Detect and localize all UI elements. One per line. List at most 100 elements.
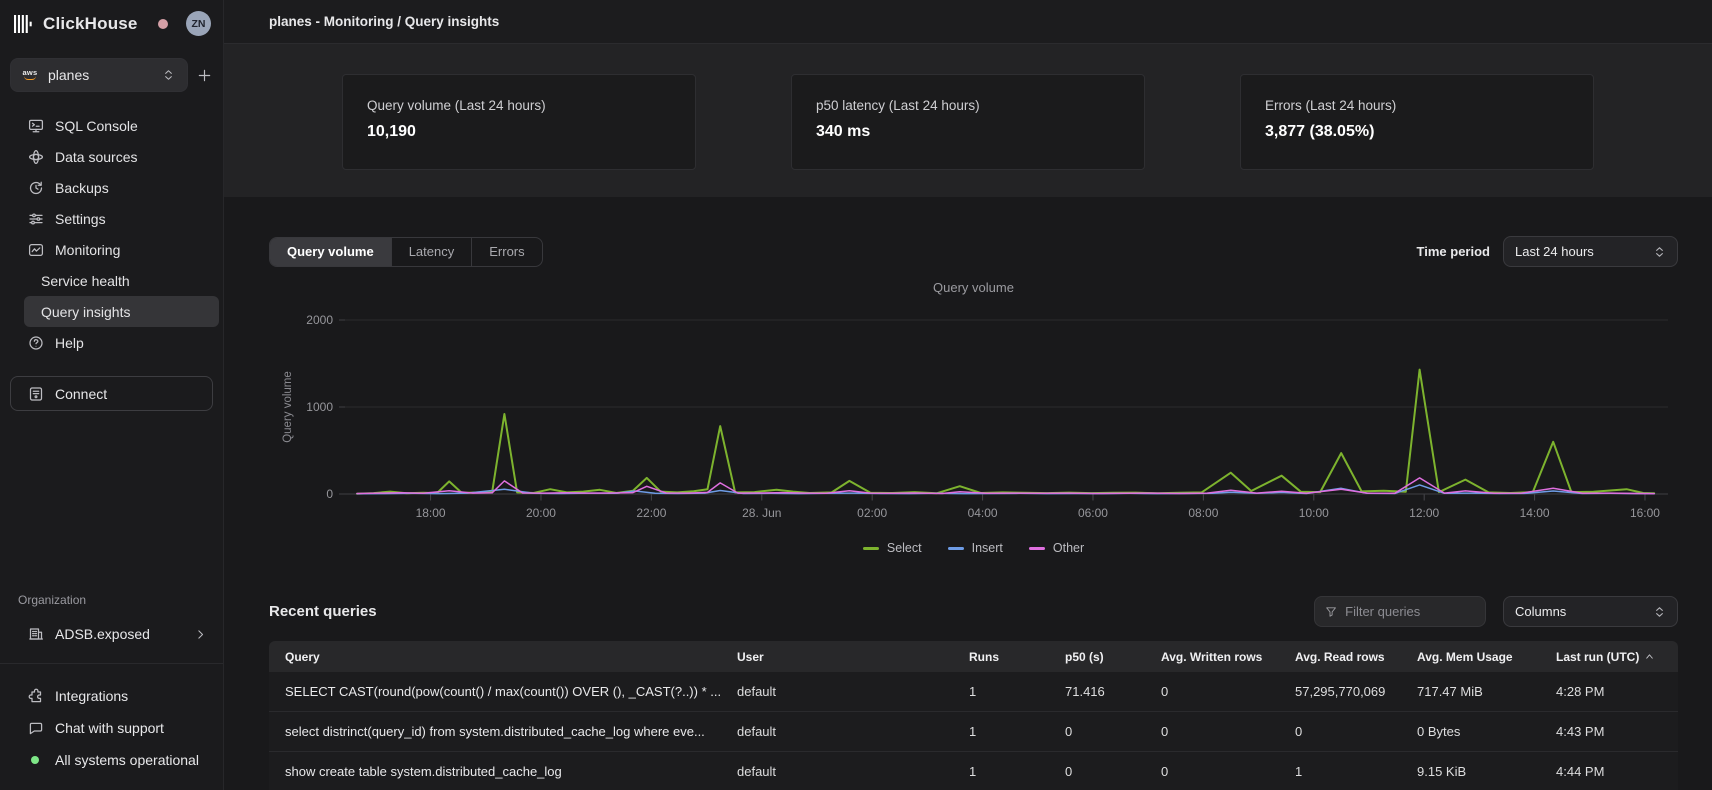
column-header-last-run-utc[interactable]: Last run (UTC) [1540,641,1678,672]
legend-item-insert[interactable]: Insert [948,541,1003,555]
cell-avg-mem-usage: 0 Bytes [1401,712,1540,751]
svg-text:02:00: 02:00 [857,506,887,520]
cell-user: default [721,752,953,790]
cell-last-run-utc: 4:43 PM [1540,712,1678,751]
sidebar-item-backups[interactable]: Backups [0,172,223,203]
legend-item-select[interactable]: Select [863,541,922,555]
sidebar-item-settings[interactable]: Settings [0,203,223,234]
cell-runs: 1 [953,672,1049,711]
footer-item-label: Chat with support [55,720,164,736]
chevron-updown-icon [160,68,177,82]
connect-button[interactable]: Connect [10,376,213,411]
add-service-button[interactable] [196,62,213,88]
svg-text:20:00: 20:00 [526,506,556,520]
connect-label: Connect [55,386,107,402]
column-header-label: Query [285,650,320,664]
sidebar-footer: Integrations Chat with support All systems… [0,680,223,776]
query-volume-chart: 01000200018:0020:0022:0028. Jun02:0004:0… [269,297,1678,536]
column-header-label: Runs [969,650,999,664]
column-header-label: p50 (s) [1065,650,1104,664]
columns-select[interactable]: Columns [1503,596,1678,627]
legend-swatch [1029,547,1045,550]
status-ok-icon [31,756,39,764]
time-period-select[interactable]: Last 24 hours [1503,236,1678,267]
sidebar-item-label: Help [55,335,84,351]
data-sources-icon [27,149,44,165]
column-header-query[interactable]: Query [269,641,721,672]
metric-card-p50-latency: p50 latency (Last 24 hours) 340 ms [791,74,1145,170]
integrations-icon [27,688,44,704]
column-header-runs[interactable]: Runs [953,641,1049,672]
sidebar-footer-integrations[interactable]: Integrations [0,680,223,712]
sidebar-footer-chat-with-support[interactable]: Chat with support [0,712,223,744]
footer-item-label: All systems operational [55,752,199,768]
svg-text:04:00: 04:00 [968,506,998,520]
cell-avg-mem-usage: 717.47 MiB [1401,672,1540,711]
column-header-label: User [737,650,764,664]
topbar: planes - Monitoring / Query insights [224,0,1712,44]
cell-avg-read-rows: 0 [1279,712,1401,751]
sidebar-item-label: Settings [55,211,106,227]
sidebar-item-service-health[interactable]: Service health [24,265,219,296]
legend-label: Other [1053,541,1084,555]
sidebar-item-data-sources[interactable]: Data sources [0,141,223,172]
legend-swatch [863,547,879,550]
sidebar-footer-all-systems-operational[interactable]: All systems operational [0,744,223,776]
organization-icon [27,626,44,642]
sidebar-item-label: Service health [41,273,130,289]
svg-text:14:00: 14:00 [1520,506,1550,520]
column-header-avg-read-rows[interactable]: Avg. Read rows [1279,641,1401,672]
clickhouse-logo-icon[interactable] [14,15,34,33]
svg-text:28. Jun: 28. Jun [742,506,781,520]
sidebar-item-sql-console[interactable]: SQL Console [0,110,223,141]
table-row[interactable]: SELECT CAST(round(pow(count() / max(coun… [269,672,1678,712]
metric-value: 10,190 [367,123,671,141]
cell-runs: 1 [953,712,1049,751]
cell-avg-read-rows: 1 [1279,752,1401,790]
avatar[interactable]: ZN [186,11,211,36]
sidebar-item-label: SQL Console [55,118,138,134]
table-row[interactable]: show create table system.distributed_cac… [269,752,1678,790]
chart-legend: Select Insert Other [269,541,1678,555]
organization-switcher[interactable]: ADSB.exposed [0,619,223,649]
tab-errors[interactable]: Errors [472,238,541,266]
tab-query-volume[interactable]: Query volume [270,238,392,266]
monitoring-icon [27,242,44,258]
column-header-user[interactable]: User [721,641,953,672]
service-name: planes [48,67,151,83]
column-header-p50-s[interactable]: p50 (s) [1049,641,1145,672]
cell-query: select distrinct(query_id) from system.d… [269,712,721,751]
filter-queries-input[interactable] [1345,604,1475,619]
sidebar-item-monitoring[interactable]: Monitoring [0,234,223,265]
legend-item-other[interactable]: Other [1029,541,1084,555]
brand-name: ClickHouse [43,14,138,34]
column-header-label: Avg. Written rows [1161,650,1262,664]
chevron-updown-icon [1653,245,1666,259]
cell-query: show create table system.distributed_cac… [269,752,721,790]
aws-provider-icon: aws [21,68,39,82]
organization-section-label: Organization [0,593,223,619]
footer-item-label: Integrations [55,688,128,704]
notification-dot [158,19,168,29]
content: Query volumeLatencyErrors Time period La… [224,197,1712,790]
metric-label: Query volume (Last 24 hours) [367,98,671,113]
chart-title: Query volume [269,280,1678,295]
cell-avg-read-rows: 57,295,770,069 [1279,672,1401,711]
time-period-label: Time period [1417,244,1490,259]
service-selector[interactable]: aws planes [10,58,188,92]
tab-latency[interactable]: Latency [392,238,473,266]
sidebar-item-query-insights[interactable]: Query insights [24,296,219,327]
sidebar-item-label: Data sources [55,149,137,165]
cell-p50-s: 71.416 [1049,672,1145,711]
chart-tabs: Query volumeLatencyErrors [269,237,543,267]
brand-row: ClickHouse ZN [0,0,223,44]
legend-swatch [948,547,964,550]
column-header-avg-written-rows[interactable]: Avg. Written rows [1145,641,1279,672]
column-header-avg-mem-usage[interactable]: Avg. Mem Usage [1401,641,1540,672]
recent-queries-table: Query User Runs p50 (s) Avg. Written rows Avg… [269,641,1678,790]
svg-text:18:00: 18:00 [416,506,446,520]
sidebar-item-help[interactable]: Help [0,327,223,358]
svg-text:1000: 1000 [306,400,333,414]
column-header-label: Avg. Read rows [1295,650,1385,664]
table-row[interactable]: select distrinct(query_id) from system.d… [269,712,1678,752]
